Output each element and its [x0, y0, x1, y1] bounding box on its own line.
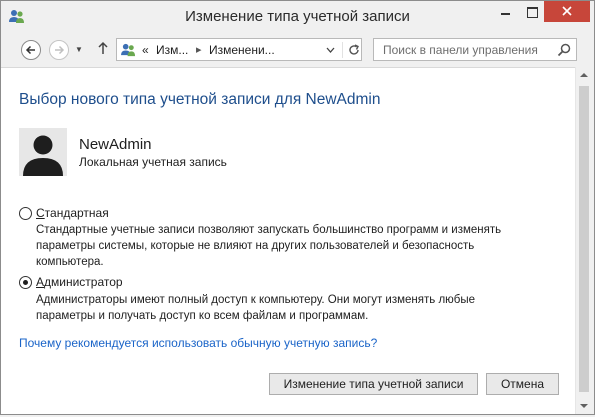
users-icon — [121, 43, 136, 57]
vertical-scrollbar[interactable] — [575, 67, 592, 414]
address-dropdown-icon[interactable] — [326, 47, 335, 53]
administrator-option-label[interactable]: Администратор — [36, 275, 123, 289]
refresh-icon — [349, 44, 359, 55]
standard-description: Стандартные учетные записи позволяют зап… — [36, 224, 502, 268]
forward-button[interactable] — [49, 40, 69, 60]
user-silhouette-icon — [23, 135, 63, 176]
maximize-button[interactable] — [519, 1, 544, 22]
arrow-left-icon — [25, 45, 35, 55]
scroll-down-icon — [580, 404, 588, 408]
breadcrumb-item-2[interactable]: Изменени... — [209, 43, 275, 57]
search-icon[interactable] — [557, 43, 571, 57]
back-button[interactable] — [21, 40, 41, 60]
recent-locations-chevron-icon[interactable]: ▼ — [75, 45, 83, 54]
main-content: Выбор нового типа учетной записи для New… — [1, 67, 575, 414]
title-bar: Изменение типа учетной записи — [1, 1, 594, 32]
administrator-description: Администраторы имеют полный доступ к ком… — [36, 294, 476, 322]
why-standard-account-link[interactable]: Почему рекомендуется использовать обычну… — [19, 336, 377, 350]
breadcrumb-item-1[interactable]: Изм... — [156, 43, 188, 57]
scroll-up-icon — [580, 73, 588, 77]
administrator-radio[interactable] — [19, 276, 32, 289]
standard-option-label[interactable]: Стандартная — [36, 206, 109, 220]
minimize-button[interactable] — [492, 1, 519, 22]
scroll-down-button[interactable] — [576, 397, 592, 414]
cancel-button[interactable]: Отмена — [486, 373, 559, 395]
refresh-button[interactable] — [342, 42, 362, 58]
user-name: NewAdmin — [79, 136, 152, 153]
account-type-label: Локальная учетная запись — [79, 155, 227, 169]
window: Изменение типа учетной записи ▼ « Изм...… — [0, 0, 595, 415]
scroll-thumb[interactable] — [579, 86, 589, 392]
breadcrumb-overflow[interactable]: « — [142, 43, 149, 57]
search-box[interactable]: Поиск в панели управления — [373, 38, 577, 61]
breadcrumb-separator-icon[interactable]: ▸ — [196, 43, 202, 56]
close-button[interactable] — [544, 1, 590, 22]
up-arrow-icon[interactable] — [97, 41, 109, 55]
standard-radio[interactable] — [19, 207, 32, 220]
change-account-type-button[interactable]: Изменение типа учетной записи — [269, 373, 478, 395]
navigation-bar: ▼ « Изм... ▸ Изменени... Поиск в панели … — [1, 32, 594, 67]
arrow-right-icon — [55, 45, 65, 55]
page-title: Выбор нового типа учетной записи для New… — [19, 91, 381, 108]
search-input[interactable]: Поиск в панели управления — [383, 43, 538, 57]
close-icon — [562, 6, 572, 16]
user-avatar — [19, 128, 67, 176]
address-bar[interactable]: « Изм... ▸ Изменени... — [116, 38, 362, 61]
scroll-up-button[interactable] — [576, 67, 592, 84]
